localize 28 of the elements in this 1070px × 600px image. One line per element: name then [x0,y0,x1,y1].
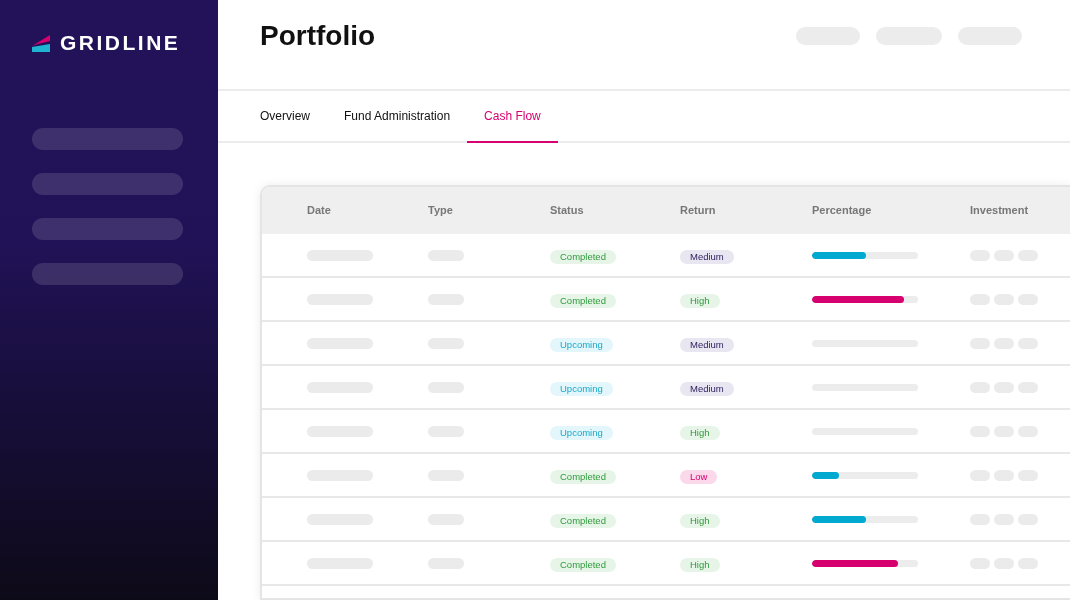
status-badge: Completed [550,514,616,529]
return-badge: Medium [680,250,734,265]
column-header: Percentage [812,203,873,219]
status-badge: Upcoming [550,382,613,397]
column-header: Return [680,203,717,219]
column-header: Type [428,203,454,219]
return-badge: High [680,558,720,573]
page-title: Portfolio [260,18,377,53]
tab[interactable]: Cash Flow [467,91,558,143]
column-header: Investment [970,203,1030,219]
tab[interactable]: Overview [243,91,327,143]
logo-icon [32,32,52,53]
return-badge: Low [680,470,718,485]
return-badge: Medium [680,338,734,353]
return-badge: High [680,514,720,529]
status-badge: Upcoming [550,426,613,441]
status-badge: Completed [550,558,616,573]
status-badge: Completed [550,250,616,265]
status-badge: Completed [550,470,616,485]
column-header: Status [550,203,585,219]
brand-name: GRIDLINE [60,32,181,53]
status-badge: Completed [550,294,616,309]
status-badge: Upcoming [550,338,613,353]
return-badge: High [680,294,720,309]
tab[interactable]: Fund Administration [327,91,468,143]
return-badge: Medium [680,382,734,397]
return-badge: High [680,426,720,441]
column-header: Date [307,203,332,219]
